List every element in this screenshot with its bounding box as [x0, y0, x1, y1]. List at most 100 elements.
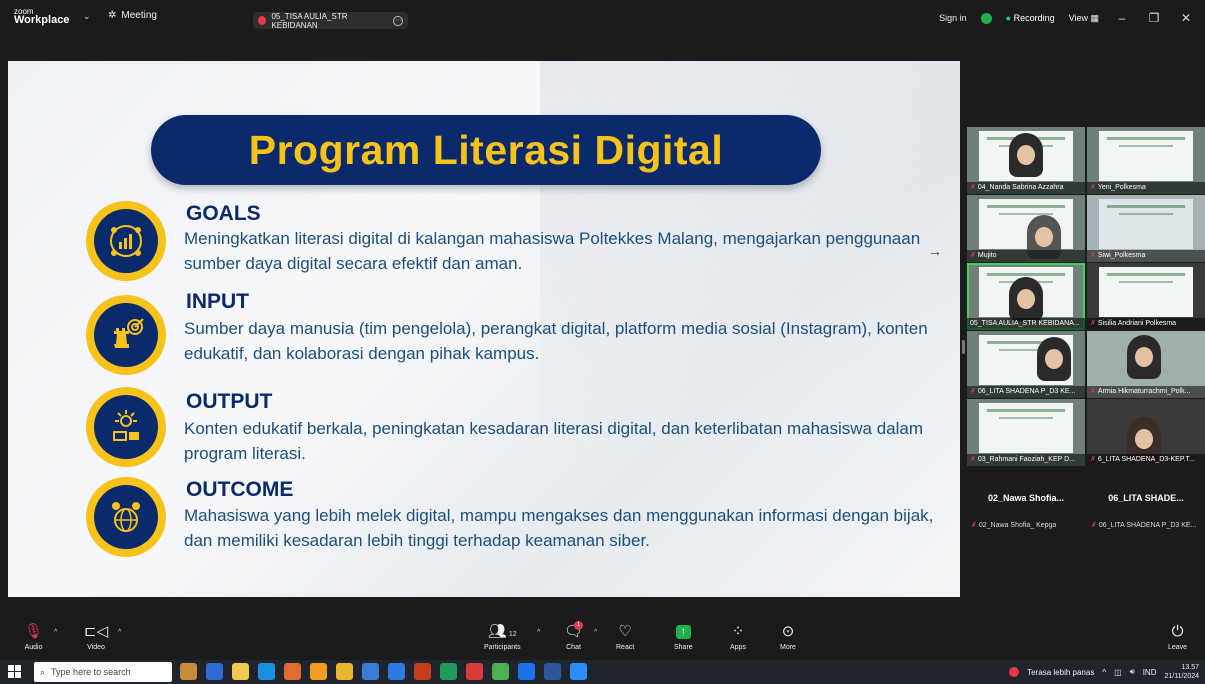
react-button[interactable]: ♡ React	[616, 622, 634, 651]
share-button[interactable]: ↑ Share	[674, 622, 693, 651]
audio-button[interactable]: 🎙︎ Audio	[24, 622, 43, 651]
chrome-profile-icon[interactable]	[518, 663, 535, 680]
chevron-up-icon[interactable]: ^	[1102, 668, 1106, 677]
meeting-menu[interactable]: ✲ Meeting	[108, 10, 157, 21]
recording-indicator[interactable]: ● Recording	[1006, 13, 1055, 23]
video-label: Video	[87, 644, 105, 651]
participant-sub-text: 06_LITA SHADENA P_D3 KE...	[1098, 522, 1197, 529]
view-button[interactable]: View ▦	[1069, 13, 1099, 24]
taskbar-search-input[interactable]: ⌕ Type here to search	[34, 662, 172, 682]
video-button[interactable]: ⊏◁ Video	[84, 622, 108, 651]
sticky-notes-icon[interactable]	[336, 663, 353, 680]
participant-name-only-sub: ✗ 02_Nawa Shofia_ Kepga	[971, 521, 1089, 529]
output-heading: OUTPUT	[186, 390, 273, 413]
logo-big-text: Workplace	[14, 14, 70, 26]
outcome-heading: OUTCOME	[186, 478, 294, 501]
mic-muted-icon: ✗	[1090, 320, 1096, 327]
app-icon[interactable]	[362, 663, 379, 680]
screen-share-indicator[interactable]: 05_TISA AULIA_STR KEBIDANAN ⋯	[253, 11, 408, 30]
apps-button[interactable]: ⁘ Apps	[730, 622, 746, 651]
participant-name: ✗ Yeni_Polkesma	[1087, 182, 1205, 194]
more-options-icon[interactable]: ⋯	[393, 15, 403, 26]
sign-in-link[interactable]: Sign in	[939, 13, 967, 23]
chat-icon: 🗨︎ 1	[564, 621, 584, 640]
mic-muted-icon: ✗	[970, 456, 976, 463]
network-icon[interactable]: ◫	[1114, 668, 1122, 677]
chevron-up-icon[interactable]: ^	[594, 629, 597, 636]
recording-label: Recording	[1013, 13, 1055, 23]
participant-tile[interactable]: ✗ 04_Nanda Sabrina Azzahra	[967, 127, 1085, 194]
restore-icon[interactable]: ❐	[1145, 11, 1163, 25]
windows-start-icon[interactable]	[8, 665, 22, 679]
outcome-body: Mahasiswa yang lebih melek digital, mamp…	[184, 506, 934, 550]
participants-label: Participants	[484, 644, 521, 651]
slide-thumbnail	[1099, 199, 1193, 249]
meeting-icon: ✲	[108, 10, 117, 21]
participants-count: 12	[508, 631, 517, 638]
shield-icon[interactable]	[980, 12, 992, 24]
app-icon[interactable]	[492, 663, 509, 680]
edge-icon[interactable]	[258, 663, 275, 680]
zoom-logo: zoom Workplace	[14, 7, 70, 26]
chevron-up-icon[interactable]: ^	[54, 629, 57, 636]
participant-tile[interactable]: ✗ Siwi_Polkesma	[1087, 195, 1205, 262]
volume-icon[interactable]: 🔊︎	[1130, 667, 1135, 677]
file-explorer-icon[interactable]	[232, 663, 249, 680]
chrome-alt-icon[interactable]	[440, 663, 457, 680]
chevron-down-icon[interactable]: ⌄	[83, 11, 91, 22]
more-label: More	[780, 644, 796, 651]
language-indicator[interactable]: IND	[1143, 668, 1157, 677]
share-title: 05_TISA AULIA_STR KEBIDANAN	[271, 11, 348, 30]
participant-name-only-title[interactable]: 06_LITA SHADE...	[1087, 493, 1205, 503]
weather-icon[interactable]	[1009, 667, 1020, 677]
powerpoint-icon[interactable]	[414, 663, 431, 680]
zoom-icon[interactable]	[570, 663, 587, 680]
mic-muted-icon: ✗	[1090, 184, 1096, 191]
participant-tile[interactable]: ✗ Yeni_Polkesma	[1087, 127, 1205, 194]
input-heading: INPUT	[186, 290, 249, 313]
close-icon[interactable]: ✕	[1177, 11, 1195, 25]
mic-muted-icon: ✗	[1090, 388, 1096, 395]
arrow-right-icon[interactable]: →	[928, 243, 942, 259]
copilot-icon[interactable]	[206, 663, 223, 680]
news-icon[interactable]	[180, 663, 197, 680]
minimize-icon[interactable]: –	[1113, 11, 1131, 25]
chat-badge: 1	[574, 621, 583, 630]
participant-name-text: 6_LITA SHADENA_D3-KEP.T...	[1097, 456, 1195, 463]
firefox-icon[interactable]	[284, 663, 301, 680]
chat-button[interactable]: 🗨︎ 1 Chat	[564, 621, 584, 651]
mic-muted-icon: ✗	[970, 252, 976, 259]
participant-name-only-title[interactable]: 02_Nawa Shofia...	[967, 493, 1085, 503]
gallery-resize-handle[interactable]	[962, 340, 965, 354]
weather-text[interactable]: Terasa lebih panas	[1027, 668, 1094, 677]
clock-date: 21/11/2024	[1164, 673, 1199, 680]
participant-name: ✗ 03_Rahmani Faoziah_KEP D...	[967, 454, 1085, 466]
leave-button[interactable]: ⏻ Leave	[1168, 622, 1187, 651]
participant-tile[interactable]: ✗ 03_Rahmani Faoziah_KEP D...	[967, 399, 1085, 466]
word-icon[interactable]	[544, 663, 561, 680]
participant-name: ✗ Mujito	[967, 250, 1085, 262]
acrobat-icon[interactable]	[466, 663, 483, 680]
slide-title-banner: Program Literasi Digital	[151, 115, 821, 185]
participant-tile[interactable]: ✗ Sisilia Andriani Polkesma	[1087, 263, 1205, 330]
mail-icon[interactable]	[388, 663, 405, 680]
participant-name-text: Armia Hikmaturrachmi_Polk...	[1097, 388, 1191, 395]
participant-tile-active[interactable]: 05_TISA AULIA_STR KEBIDANA...	[967, 263, 1085, 330]
participant-tile[interactable]: ✗ 6_LITA SHADENA_D3-KEP.T...	[1087, 399, 1205, 466]
more-button[interactable]: ⊙ More	[780, 622, 796, 651]
chevron-up-icon[interactable]: ^	[118, 629, 121, 636]
clock[interactable]: 13.57 21/11/2024	[1164, 663, 1199, 681]
output-icon	[86, 387, 166, 467]
participant-tile[interactable]: ✗ Armia Hikmaturrachmi_Polk...	[1087, 331, 1205, 398]
participants-button[interactable]: 👥︎ 12 Participants	[484, 622, 521, 651]
meeting-toolbar: 🎙︎ Audio ^ ⊏◁ Video ^ 👥︎ 12 Participants …	[0, 618, 1205, 660]
participant-tile[interactable]: ✗ Mujito	[967, 195, 1085, 262]
chrome-icon[interactable]	[310, 663, 327, 680]
chat-label: Chat	[566, 644, 581, 651]
chevron-up-icon[interactable]: ^	[537, 629, 540, 636]
shared-slide: Program Literasi Digital GOALS Meningkat…	[8, 61, 960, 597]
audio-label: Audio	[24, 644, 43, 651]
participant-tile[interactable]: ✗ 06_LITA SHADENA P_D3 KE...	[967, 331, 1085, 398]
mic-muted-icon: ✗	[970, 388, 976, 395]
slide-thumbnail	[1099, 131, 1193, 181]
